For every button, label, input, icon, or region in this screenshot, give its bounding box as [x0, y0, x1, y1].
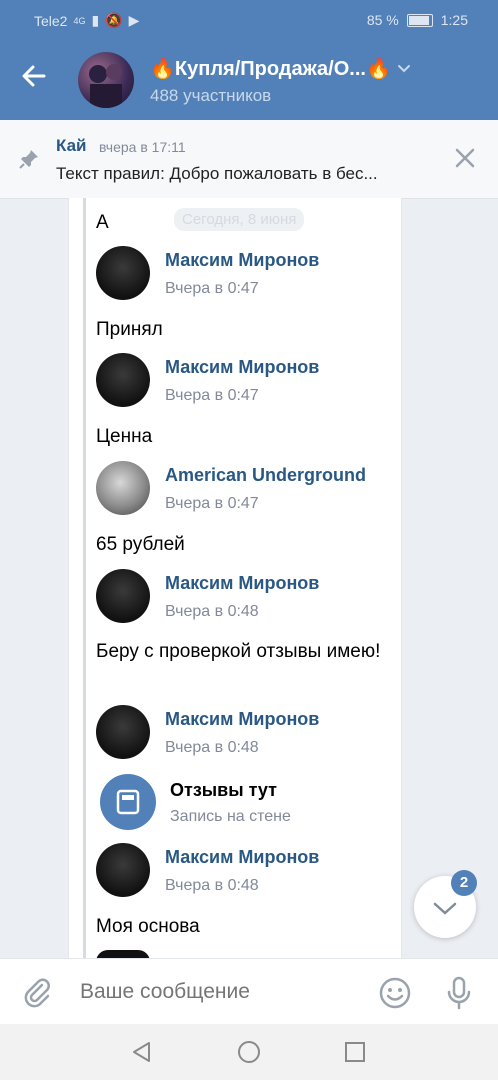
- avatar[interactable]: [96, 705, 150, 759]
- close-icon[interactable]: [454, 147, 476, 169]
- message-composer: [0, 958, 498, 1025]
- message-time: Вчера в 0:47: [165, 495, 259, 512]
- play-icon: ▶: [128, 12, 140, 28]
- mute-icon: 🔕: [105, 12, 123, 28]
- date-divider: Сегодня, 8 июня: [174, 208, 305, 231]
- message-time: Вчера в 0:47: [165, 387, 259, 404]
- battery-label: 85 %: [366, 12, 399, 28]
- message-input[interactable]: [78, 979, 353, 1005]
- message-text: 65 рублей: [96, 534, 185, 555]
- avatar[interactable]: [96, 246, 150, 300]
- members-count: 488 участников: [150, 86, 272, 105]
- author-name[interactable]: Максим Миронов: [165, 709, 319, 730]
- avatar[interactable]: [96, 461, 150, 515]
- message-time: Вчера в 0:48: [165, 603, 259, 620]
- pin-icon: [19, 150, 38, 169]
- author-name[interactable]: Максим Миронов: [165, 250, 319, 271]
- back-button[interactable]: [20, 62, 60, 98]
- message-time: Вчера в 0:47: [165, 280, 259, 297]
- system-nav-bar: [0, 1024, 498, 1080]
- message-time: Вчера в 0:48: [165, 877, 259, 894]
- clock-label: 1:25: [440, 12, 468, 28]
- quote-line: [83, 198, 86, 958]
- author-name[interactable]: Максим Миронов: [165, 847, 319, 868]
- attachment-title[interactable]: Отзывы тут: [170, 780, 277, 801]
- smile-icon[interactable]: [378, 976, 412, 1010]
- nav-back-icon[interactable]: [130, 1040, 154, 1064]
- avatar[interactable]: [96, 353, 150, 407]
- nav-home-icon[interactable]: [237, 1040, 261, 1064]
- avatar[interactable]: [96, 843, 150, 897]
- status-bar: Tele2 4G ▮ 🔕 ▶ 85 % 1:25: [0, 0, 498, 40]
- message-text: Беру с проверкой отзывы имею!: [96, 641, 381, 662]
- pinned-message[interactable]: Кай вчера в 17:11 Текст правил: Добро по…: [0, 120, 498, 199]
- carrier-label: Tele2: [34, 12, 68, 29]
- message-time: Вчера в 0:48: [165, 739, 259, 756]
- chat-avatar[interactable]: [78, 52, 134, 108]
- chevron-down-icon: [397, 64, 410, 72]
- chat-title[interactable]: 🔥Купля/Продажа/О...🔥: [150, 56, 413, 81]
- arrow-left-icon: [22, 65, 46, 87]
- author-name[interactable]: Максим Миронов: [165, 357, 319, 378]
- avatar[interactable]: [96, 569, 150, 623]
- wall-post-icon: [100, 774, 156, 830]
- pinned-text: Текст правил: Добро пожаловать в бес...: [56, 164, 378, 183]
- nav-recents-icon[interactable]: [343, 1040, 367, 1064]
- signal-icon: ▮: [91, 12, 100, 28]
- microphone-icon[interactable]: [444, 975, 474, 1011]
- message-text: Ценна: [96, 426, 153, 447]
- message-text: А: [96, 212, 109, 233]
- attachment-subtitle: Запись на стене: [170, 808, 291, 825]
- author-name[interactable]: American Underground: [165, 465, 366, 486]
- network-label: 4G: [73, 15, 86, 26]
- message-text: Моя основа: [96, 916, 200, 937]
- author-name[interactable]: Максим Миронов: [165, 573, 319, 594]
- message-text: Принял: [96, 319, 163, 340]
- paperclip-icon[interactable]: [22, 976, 54, 1008]
- battery-icon: [406, 13, 433, 27]
- pinned-time: вчера в 17:11: [99, 139, 186, 155]
- chat-header: 🔥Купля/Продажа/О...🔥 488 участников: [0, 40, 498, 120]
- pinned-author[interactable]: Кай: [56, 136, 87, 156]
- unread-badge: 2: [451, 870, 477, 896]
- chat-title-text: 🔥Купля/Продажа/О...🔥: [150, 58, 391, 80]
